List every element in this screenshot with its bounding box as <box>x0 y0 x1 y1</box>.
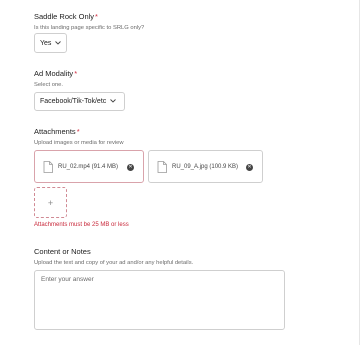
content-notes-help: Upload the text and copy of your ad and/… <box>34 260 194 266</box>
attachment-file-name: RU_02.mp4 (91.4 MB) <box>58 163 119 170</box>
attachments-label: Attachments* <box>34 127 124 137</box>
attachment-file-name: RU_09_A.jpg (100.9 KB) <box>172 163 239 170</box>
content-notes-placeholder: Enter your answer <box>41 276 94 283</box>
ad-modality-select[interactable]: Facebook/Tik-Tok/etc <box>34 92 125 111</box>
plus-icon: + <box>47 197 54 208</box>
add-attachment-button[interactable]: + <box>34 187 67 218</box>
content-notes-label: Content or Notes <box>34 247 91 256</box>
ad-modality-help: Select one. <box>34 82 64 88</box>
saddle-rock-value: Yes <box>40 39 52 47</box>
close-icon[interactable]: ✕ <box>246 164 253 171</box>
ad-modality-label: Ad Modality* <box>34 69 77 79</box>
ad-modality-label-text: Ad Modality <box>34 69 74 78</box>
saddle-rock-help: Is this landing page specific to SRLG on… <box>34 25 145 31</box>
saddle-rock-label-text: Saddle Rock Only <box>34 12 95 21</box>
ad-modality-field: Ad Modality* Select one. <box>34 69 77 89</box>
attachments-label-text: Attachments <box>34 127 76 136</box>
saddle-rock-label: Saddle Rock Only* <box>34 12 144 22</box>
required-mark: * <box>74 69 78 78</box>
saddle-rock-select[interactable]: Yes <box>34 33 67 53</box>
file-icon <box>157 160 167 173</box>
file-icon <box>43 160 53 173</box>
attachment-card[interactable]: RU_02.mp4 (91.4 MB) ✕ <box>34 150 144 183</box>
close-icon[interactable]: ✕ <box>127 164 134 171</box>
attachments-error: Attachments must be 25 MB or less <box>34 222 129 228</box>
chevron-down-icon <box>55 40 62 47</box>
chevron-down-icon <box>110 98 117 105</box>
attachment-card[interactable]: RU_09_A.jpg (100.9 KB) ✕ <box>148 150 263 183</box>
attachments-help: Upload images or media for review <box>34 140 124 146</box>
saddle-rock-field: Saddle Rock Only* Is this landing page s… <box>34 12 144 32</box>
required-mark: * <box>76 127 80 136</box>
content-notes-field: Content or Notes Upload the text and cop… <box>34 247 193 267</box>
ad-modality-value: Facebook/Tik-Tok/etc <box>40 98 107 105</box>
required-mark: * <box>95 12 98 21</box>
content-notes-textarea[interactable]: Enter your answer <box>34 270 285 330</box>
attachments-field: Attachments* Upload images or media for … <box>34 127 124 147</box>
